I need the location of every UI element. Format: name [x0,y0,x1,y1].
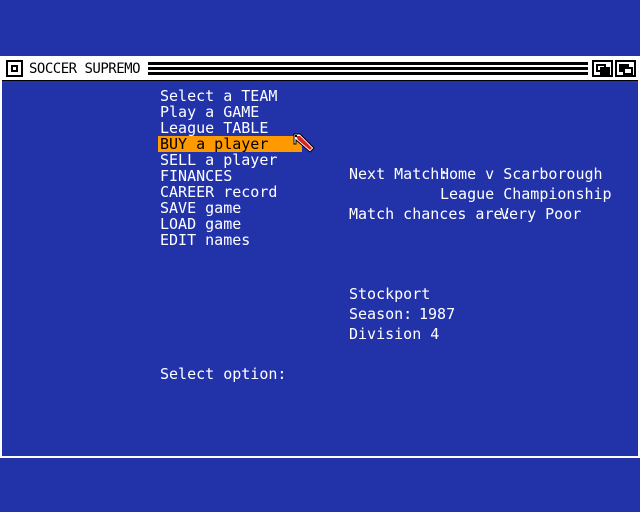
menu-item-play-game[interactable]: Play a GAME [158,104,302,120]
close-icon[interactable] [6,60,23,77]
menu-item-load-game[interactable]: LOAD game [158,216,302,232]
main-menu: Select a TEAM Play a GAME League TABLE B… [158,88,302,248]
menu-item-select-team[interactable]: Select a TEAM [158,88,302,104]
game-window: SOCCER SUPREMO [0,56,640,458]
depth-back-icon[interactable] [592,60,613,77]
division: Division 4 [349,325,440,343]
menu-item-edit-names[interactable]: EDIT names [158,232,302,248]
season-label: Season: [349,305,413,323]
menu-item-save-game[interactable]: SAVE game [158,200,302,216]
drag-bar[interactable] [148,62,588,76]
next-match-label: Next Match: [349,165,449,183]
next-match-value: Home v Scarborough [440,165,603,183]
menu-item-sell-player[interactable]: SELL a player [158,152,302,168]
match-chances-value: Very Poor [500,205,582,223]
match-chances-label: Match chances are: [349,205,512,223]
season-value: 1987 [419,305,456,323]
title-bar[interactable]: SOCCER SUPREMO [2,58,638,81]
menu-item-league-table[interactable]: League TABLE [158,120,302,136]
depth-front-icon[interactable] [615,60,636,77]
select-option-prompt: Select option: [160,365,287,383]
menu-item-career-record[interactable]: CAREER record [158,184,302,200]
menu-item-finances[interactable]: FINANCES [158,168,302,184]
window-title: SOCCER SUPREMO [29,61,141,77]
menu-item-buy-player[interactable]: BUY a player [158,136,302,152]
match-competition: League Championship [440,185,612,203]
club-name: Stockport [349,285,431,303]
pointer-arrow-icon [292,132,318,156]
